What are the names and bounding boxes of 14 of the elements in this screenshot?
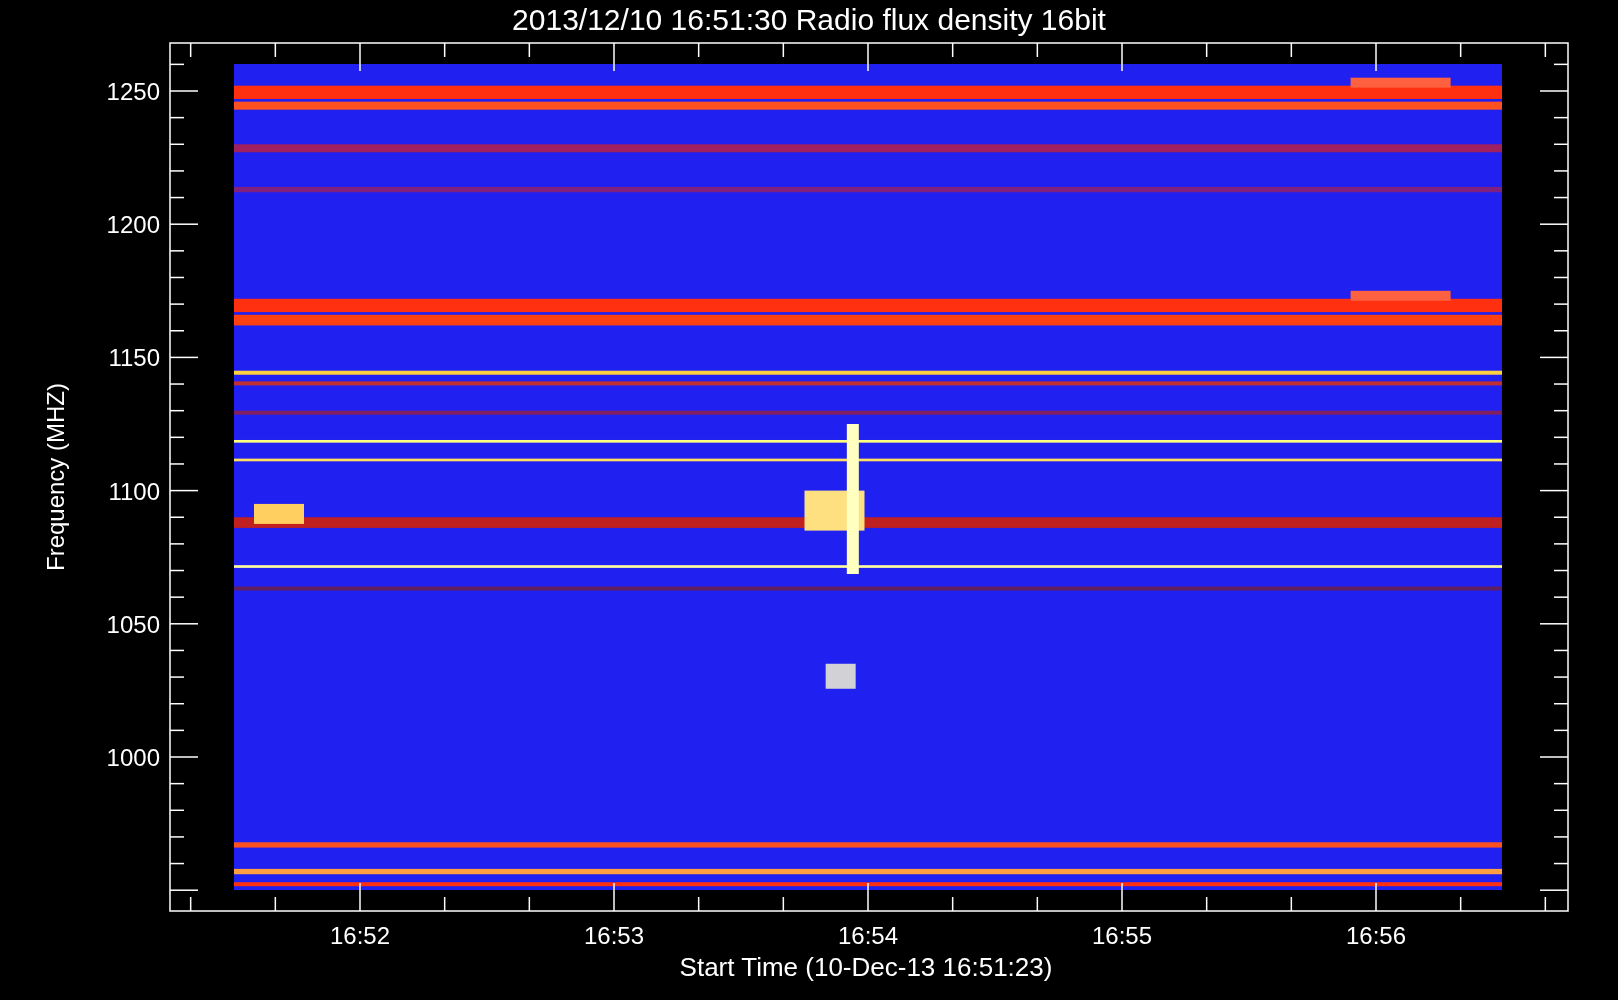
tick-label: 16:53 xyxy=(583,922,645,949)
axis-label: Start Time (10-Dec-13 16:51:23) xyxy=(679,952,1053,982)
tick-label: 16:56 xyxy=(1345,922,1407,949)
tick-label: 16:52 xyxy=(329,922,391,949)
tick-label: 1150 xyxy=(108,344,160,372)
tick-label: 16:54 xyxy=(837,922,899,949)
tick-label: 1100 xyxy=(108,477,160,505)
axis-label: Frequency (MHZ) xyxy=(42,383,69,571)
tick-label: 1050 xyxy=(106,610,160,638)
tick-label: 1200 xyxy=(106,211,160,239)
tick-label: 1000 xyxy=(106,744,160,771)
tick-label: 16:55 xyxy=(1091,922,1153,949)
plot-title: 2013/12/10 16:51:30 Radio flux density 16bit xyxy=(512,3,1106,36)
tick-label: 1250 xyxy=(106,78,160,105)
